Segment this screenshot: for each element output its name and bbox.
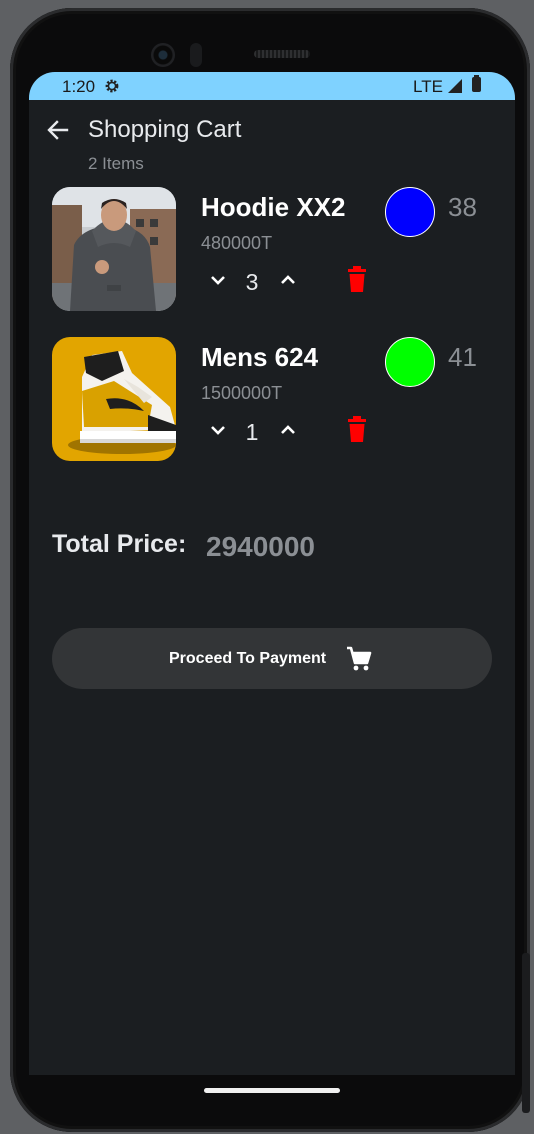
chevron-down-icon[interactable] [207, 419, 229, 441]
status-bar: 1:20 LTE [29, 72, 515, 100]
item-count: 2 Items [88, 154, 144, 173]
gear-icon [105, 79, 119, 93]
product-name: Hoodie XX2 [201, 192, 346, 222]
signal-icon [448, 79, 462, 93]
proceed-to-payment-button[interactable]: Proceed To Payment [52, 628, 492, 689]
total-price-value: 2940000 [206, 531, 316, 562]
product-name: Mens 624 [201, 342, 319, 372]
quantity-value: 3 [245, 269, 259, 295]
earpiece-speaker [254, 50, 310, 58]
color-swatch[interactable] [385, 187, 435, 237]
quantity-value: 1 [245, 419, 259, 445]
battery-icon [472, 75, 481, 92]
product-image[interactable] [52, 187, 176, 311]
product-image[interactable] [52, 337, 176, 461]
cart-item: Mens 624 1500000T 1 41 [29, 337, 515, 465]
cart-icon [347, 646, 372, 671]
product-size: 41 [448, 342, 477, 372]
chevron-down-icon[interactable] [207, 269, 229, 291]
product-size: 38 [448, 192, 477, 222]
status-time: 1:20 [62, 77, 96, 96]
trash-icon[interactable] [345, 266, 369, 292]
total-price-label: Total Price: [52, 530, 187, 558]
home-indicator[interactable] [204, 1088, 340, 1093]
trash-icon[interactable] [345, 416, 369, 442]
gesture-nav-bar [29, 1075, 515, 1115]
chevron-up-icon[interactable] [277, 269, 299, 291]
front-camera [151, 43, 175, 67]
network-type: LTE [413, 77, 443, 96]
chevron-up-icon[interactable] [277, 419, 299, 441]
side-button [522, 953, 530, 1113]
product-price: 480000T [201, 233, 273, 253]
arrow-left-icon[interactable] [45, 117, 71, 143]
cart-item: Hoodie XX2 480000T 3 38 [29, 187, 515, 315]
page-title: Shopping Cart [88, 116, 242, 143]
color-swatch[interactable] [385, 337, 435, 387]
app-screen: 1:20 LTE Shopping Cart 2 Items Hoodie XX… [29, 72, 515, 1075]
product-price: 1500000T [201, 383, 283, 403]
payment-button-label: Proceed To Payment [169, 650, 327, 667]
proximity-sensor [190, 43, 202, 67]
